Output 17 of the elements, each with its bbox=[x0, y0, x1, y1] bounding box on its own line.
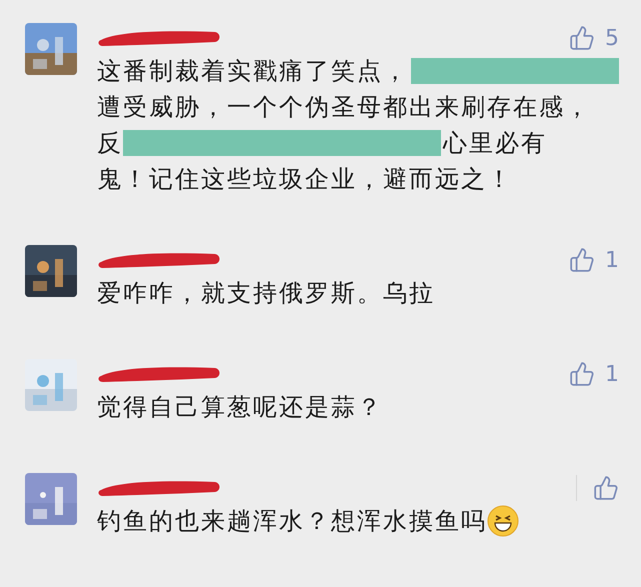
like-button[interactable]: 5 bbox=[569, 25, 619, 51]
comment-text: 反 bbox=[97, 128, 123, 159]
like-button[interactable]: 1 bbox=[569, 361, 619, 387]
like-button[interactable] bbox=[576, 475, 619, 501]
comment-text: 鬼！记住这些垃圾企业，避而远之！ bbox=[97, 164, 513, 195]
comment-text: 觉得自己算葱呢还是蒜？ bbox=[97, 392, 383, 423]
thumbs-up-icon bbox=[569, 247, 595, 273]
grin-emoji-icon bbox=[487, 505, 519, 537]
comment-text: 钓鱼的也来趟浑水？想浑水摸鱼吗 bbox=[97, 506, 487, 537]
comment-text: 这番制裁着实戳痛了笑点， bbox=[97, 56, 409, 87]
thumbs-up-icon bbox=[569, 25, 595, 51]
comment-text: 爱咋咋，就支持俄罗斯。乌拉 bbox=[97, 278, 435, 309]
like-button[interactable]: 1 bbox=[569, 247, 619, 273]
thumbs-up-icon bbox=[569, 361, 595, 387]
comment-text: 遭受威胁，一个个伪圣母都出来刷存在感， bbox=[97, 92, 591, 123]
comment-text: 心里必有 bbox=[443, 128, 547, 159]
thumbs-up-icon bbox=[593, 475, 619, 501]
